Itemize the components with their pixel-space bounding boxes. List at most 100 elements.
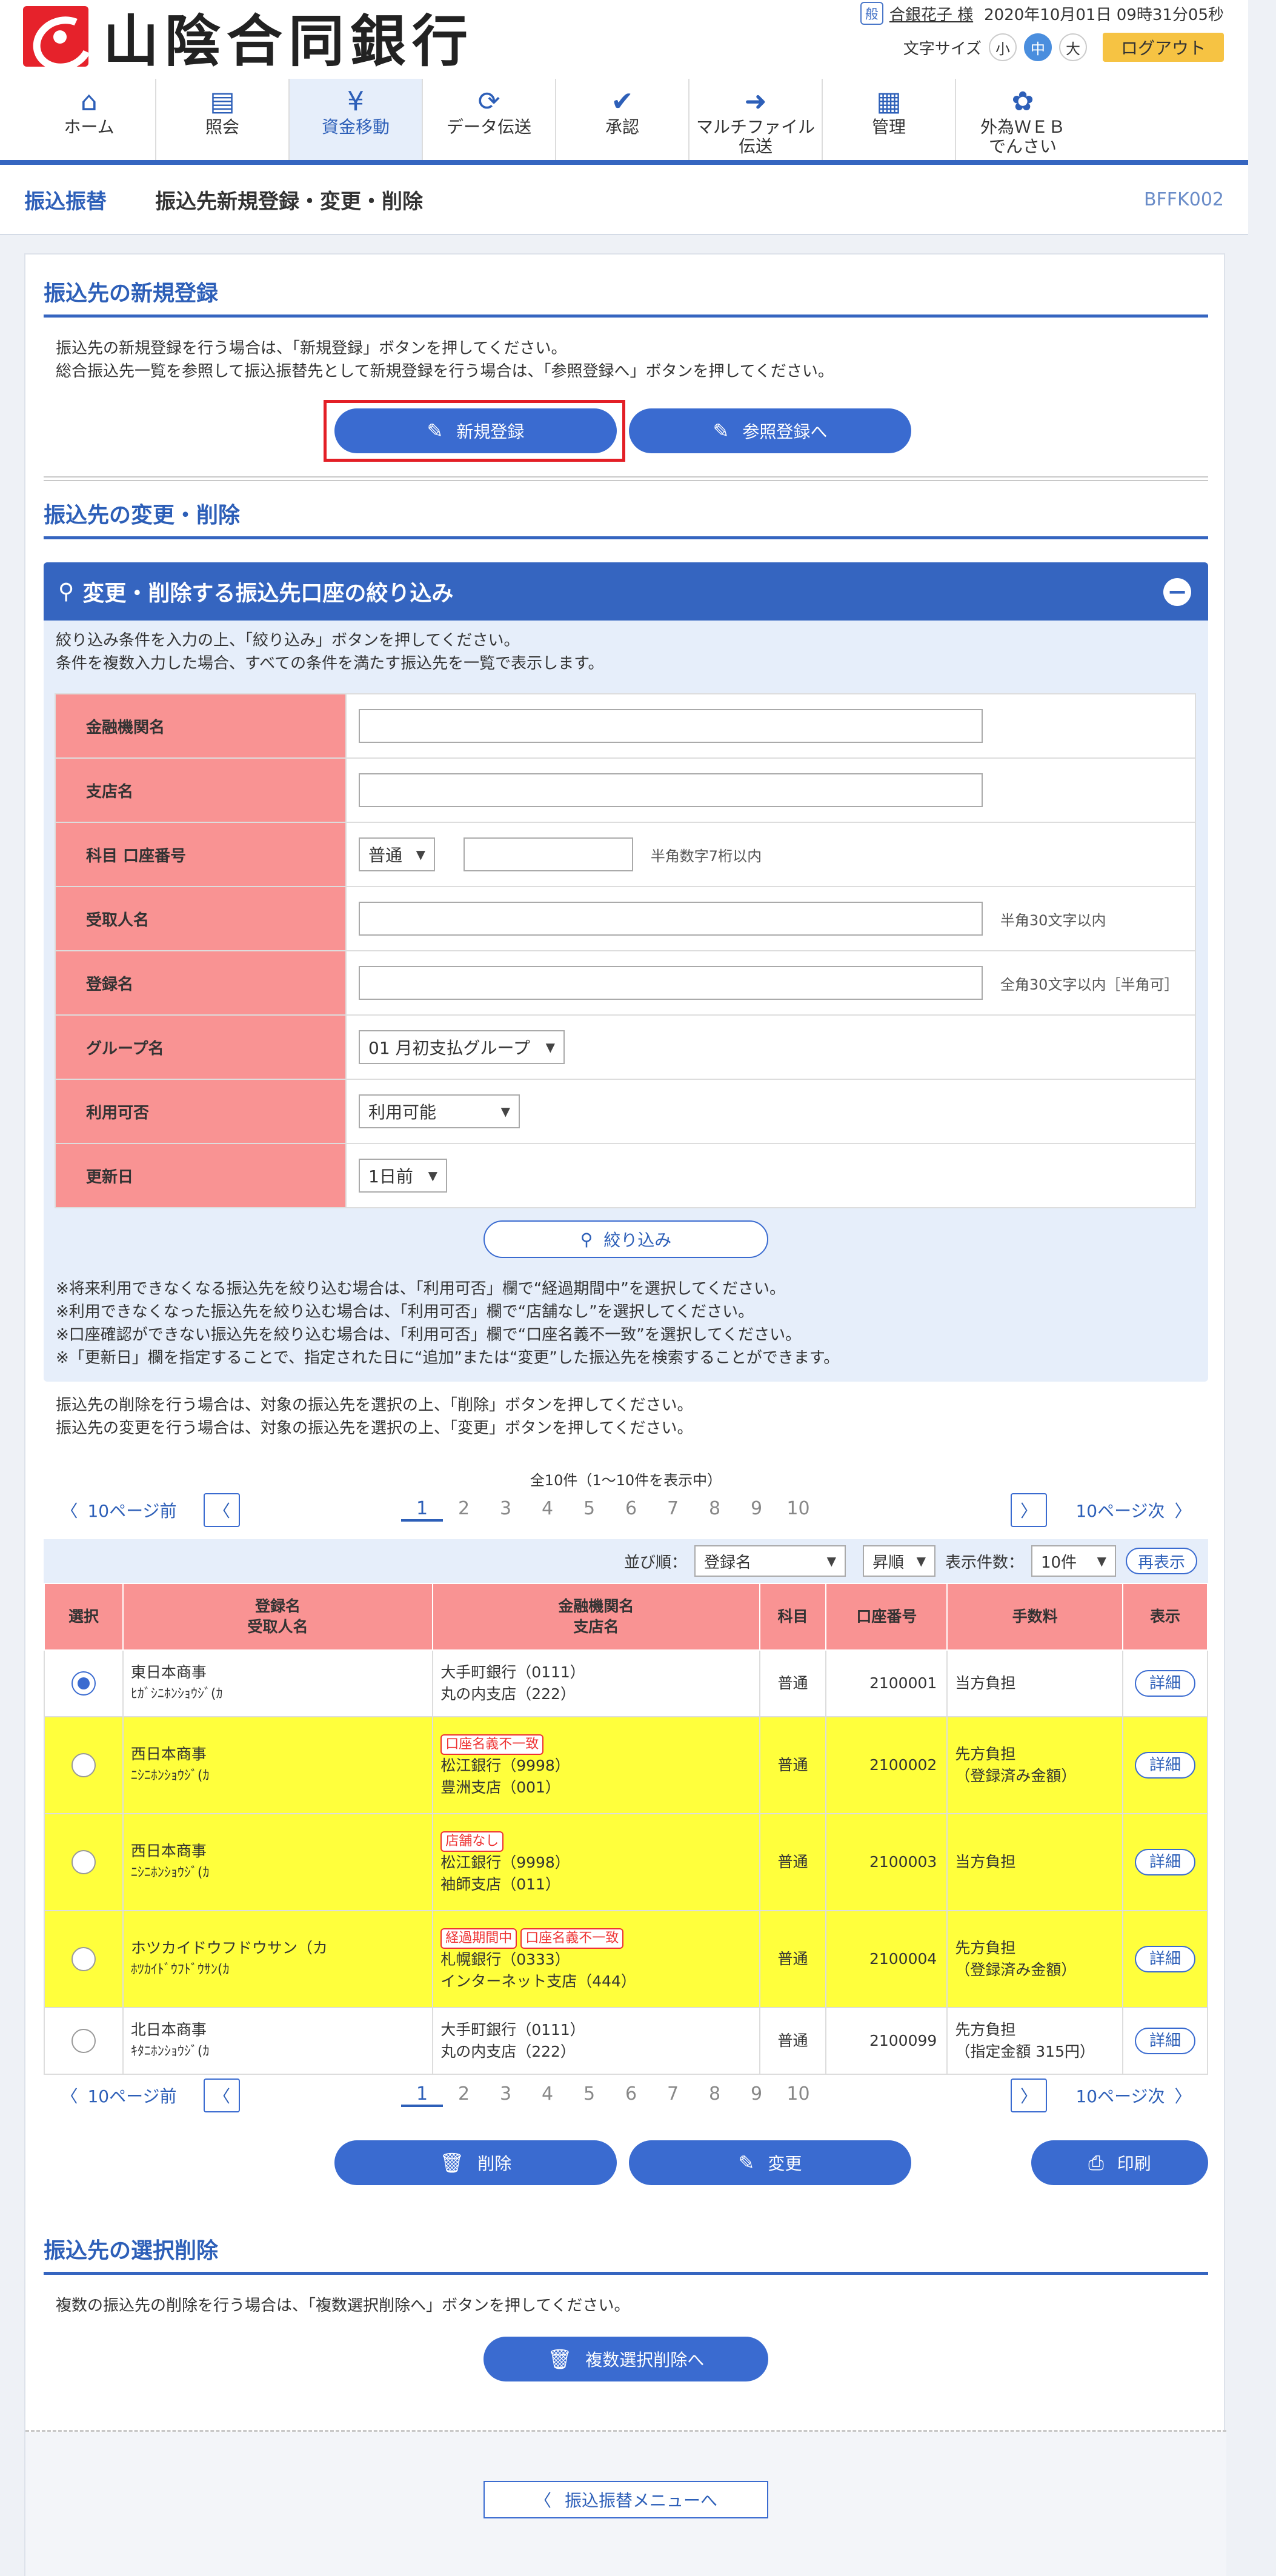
registration-name: ホツカイドウフドウサン（カ	[130, 1939, 328, 1957]
logout-button[interactable]: ログアウト	[1102, 33, 1224, 62]
table-row[interactable]: 東日本商事 ﾋｶﾞｼﾆﾎﾝｼｮｳｼﾞ(ｶ 大手町銀行（0111） 丸の内支店（222）…	[44, 1649, 1209, 1717]
page-2[interactable]: 2	[443, 1498, 485, 1522]
change-button[interactable]: ✎ 変更	[629, 2140, 911, 2185]
account-number-input[interactable]	[463, 837, 633, 871]
page-3[interactable]: 3	[485, 2083, 527, 2107]
nav-home[interactable]: ⌂ ホーム	[23, 79, 156, 160]
next-page-button[interactable]: 〉	[1011, 2078, 1047, 2112]
availability-select[interactable]: 利用可能	[359, 1094, 520, 1128]
page-7[interactable]: 7	[652, 2083, 694, 2107]
table-row[interactable]: 北日本商事 ｷﾀﾆﾎﾝｼｮｳｼﾞ(ｶ 大手町銀行（0111） 丸の内支店（222） 普通…	[44, 2007, 1209, 2075]
page-3[interactable]: 3	[485, 1498, 527, 1522]
sort-order-select[interactable]: 昇順	[862, 1545, 935, 1577]
table-row[interactable]: ホツカイドウフドウサン（カ ﾎﾂｶｲﾄﾞｳﾌﾄﾞｳｻﾝ(ｶ 経過期間中 口座名義不一致…	[44, 1910, 1209, 2008]
detail-button[interactable]: 詳細	[1134, 1752, 1195, 1779]
nav-data-transmission[interactable]: ⟳ データ伝送	[423, 79, 556, 160]
payee-table: 選択 登録名 受取人名 金融機関名 支店名 科目 口座番号 手数料 表示 東日本商事…	[44, 1583, 1209, 2075]
branch-name: インターネット支店（444）	[440, 1972, 636, 1990]
multi-delete-button[interactable]: 🗑 複数選択削除へ	[483, 2337, 768, 2381]
account-number: 2100004	[825, 1910, 948, 2008]
per-page-select[interactable]: 10件	[1031, 1545, 1116, 1577]
payee-name-input[interactable]	[359, 902, 983, 936]
page-2[interactable]: 2	[443, 2083, 485, 2107]
chevron-left-icon: 〈	[61, 1501, 78, 1521]
page-5[interactable]: 5	[568, 2083, 610, 2107]
group-select[interactable]: 01 月初支払グループ	[359, 1030, 565, 1064]
page-5[interactable]: 5	[568, 1498, 610, 1522]
back-to-transfer-menu-button[interactable]: 〈振込振替メニューへ	[483, 2481, 768, 2518]
bank-name-input[interactable]	[359, 709, 983, 743]
reference-registration-button[interactable]: ✎ 参照登録へ	[629, 408, 911, 453]
col-show: 表示	[1121, 1583, 1209, 1651]
page-1[interactable]: 1	[401, 1498, 443, 1522]
pager-bottom: 〈 10ページ前 〈 1 2 3 4 5 6 7 8 9 10 〉 10ページ次〉	[44, 2078, 1208, 2115]
bank-logo[interactable]: 山陰合同銀行	[23, 6, 474, 74]
page-6[interactable]: 6	[610, 2083, 652, 2107]
redisplay-button[interactable]: 再表示	[1125, 1548, 1197, 1574]
page-9[interactable]: 9	[736, 2083, 777, 2107]
payee-kana: ﾆｼﾆﾎﾝｼｮｳｼﾞ(ｶ	[130, 1768, 210, 1783]
page-9[interactable]: 9	[736, 1498, 777, 1522]
table-row[interactable]: 西日本商事 ﾆｼﾆﾎﾝｼｮｳｼﾞ(ｶ 口座名義不一致 松江銀行（9998） 豊洲支店（0…	[44, 1716, 1209, 1814]
nav-forex-densai[interactable]: ✿ 外為ＷＥＢ でんさい	[956, 79, 1089, 160]
payee-kana: ﾋｶﾞｼﾆﾎﾝｼｮｳｼﾞ(ｶ	[130, 1686, 223, 1702]
font-size-medium-button[interactable]: 中	[1023, 33, 1052, 61]
page-8[interactable]: 8	[694, 2083, 736, 2107]
page-8[interactable]: 8	[694, 1498, 736, 1522]
nav-management[interactable]: ▦ 管理	[823, 79, 956, 160]
registration-name-input[interactable]	[359, 966, 983, 1000]
updated-date-select[interactable]: 1日前	[359, 1159, 447, 1193]
delete-button[interactable]: 🗑 削除	[334, 2140, 617, 2185]
page-10[interactable]: 10	[777, 2083, 819, 2107]
font-size-small-button[interactable]: 小	[988, 33, 1017, 61]
select-cell	[44, 1716, 124, 1814]
collapse-icon[interactable]: −	[1163, 578, 1191, 606]
prev-page-button[interactable]: 〈	[204, 1493, 240, 1527]
nav-multi-file[interactable]: ➜ マルチファイル 伝送	[690, 79, 823, 160]
page-6[interactable]: 6	[610, 1498, 652, 1522]
nav-inquiry[interactable]: ▤ 照会	[156, 79, 290, 160]
breadcrumb[interactable]: 振込振替	[24, 185, 107, 215]
next-page-button[interactable]: 〉	[1011, 1493, 1047, 1527]
filter-button-label: 絞り込み	[603, 1230, 672, 1250]
row-select-radio[interactable]	[71, 1753, 96, 1777]
page-4[interactable]: 4	[527, 1498, 568, 1522]
filter-panel-header[interactable]: ⚲ 変更・削除する振込先口座の絞り込み −	[44, 562, 1208, 621]
row-select-radio[interactable]	[71, 1947, 96, 1971]
prev-10-pages-button[interactable]: 〈 10ページ前	[44, 2078, 194, 2112]
page-1[interactable]: 1	[401, 2083, 443, 2107]
table-row[interactable]: 西日本商事 ﾆｼﾆﾎﾝｼｮｳｼﾞ(ｶ 店舗なし 松江銀行（9998） 袖師支店（011）…	[44, 1813, 1209, 1911]
printer-icon: ⎙	[1088, 2151, 1104, 2174]
user-name-link[interactable]: 合銀花子 様	[889, 2, 973, 25]
fee-bearer: 先方負担	[955, 2021, 1016, 2039]
page-10[interactable]: 10	[777, 1498, 819, 1522]
branch-name-input[interactable]	[359, 773, 983, 807]
search-icon: ⚲	[58, 579, 75, 604]
account-type-select[interactable]: 普通	[359, 837, 435, 871]
main-card: 振込先の新規登録 振込先の新規登録を行う場合は、「新規登録」ボタンを押してくださ…	[24, 253, 1226, 2576]
new-registration-button[interactable]: ✎ 新規登録	[334, 408, 617, 453]
row-select-radio[interactable]	[71, 2029, 96, 2053]
row-select-radio[interactable]	[71, 1850, 96, 1874]
page-7[interactable]: 7	[652, 1498, 694, 1522]
font-size-large-button[interactable]: 大	[1058, 33, 1087, 61]
row-select-radio[interactable]	[71, 1671, 96, 1696]
nav-fund-transfer[interactable]: ¥ 資金移動	[290, 79, 423, 160]
trash-icon: 🗑	[439, 2151, 465, 2174]
account-number: 2100003	[825, 1813, 948, 1911]
next-10-pages-button[interactable]: 10ページ次〉	[1059, 2078, 1208, 2112]
print-button[interactable]: ⎙ 印刷	[1031, 2140, 1208, 2185]
detail-button[interactable]: 詳細	[1134, 1670, 1195, 1697]
prev-10-pages-button[interactable]: 〈 10ページ前	[44, 1493, 194, 1527]
nav-approval[interactable]: ✔ 承認	[556, 79, 690, 160]
detail-button[interactable]: 詳細	[1134, 1946, 1195, 1972]
detail-button[interactable]: 詳細	[1134, 2028, 1195, 2054]
filter-form: 金融機関名 支店名 科目 口座番号 普通 半角数字7桁以内 受取人名 半角	[55, 693, 1196, 1208]
detail-button[interactable]: 詳細	[1134, 1849, 1195, 1875]
fee-detail: （登録済み金額）	[955, 1961, 1077, 1979]
prev-page-button[interactable]: 〈	[204, 2078, 240, 2112]
next-10-pages-button[interactable]: 10ページ次〉	[1059, 1493, 1208, 1527]
page-4[interactable]: 4	[527, 2083, 568, 2107]
sort-key-select[interactable]: 登録名	[694, 1545, 846, 1577]
filter-button[interactable]: ⚲ 絞り込み	[483, 1220, 768, 1258]
